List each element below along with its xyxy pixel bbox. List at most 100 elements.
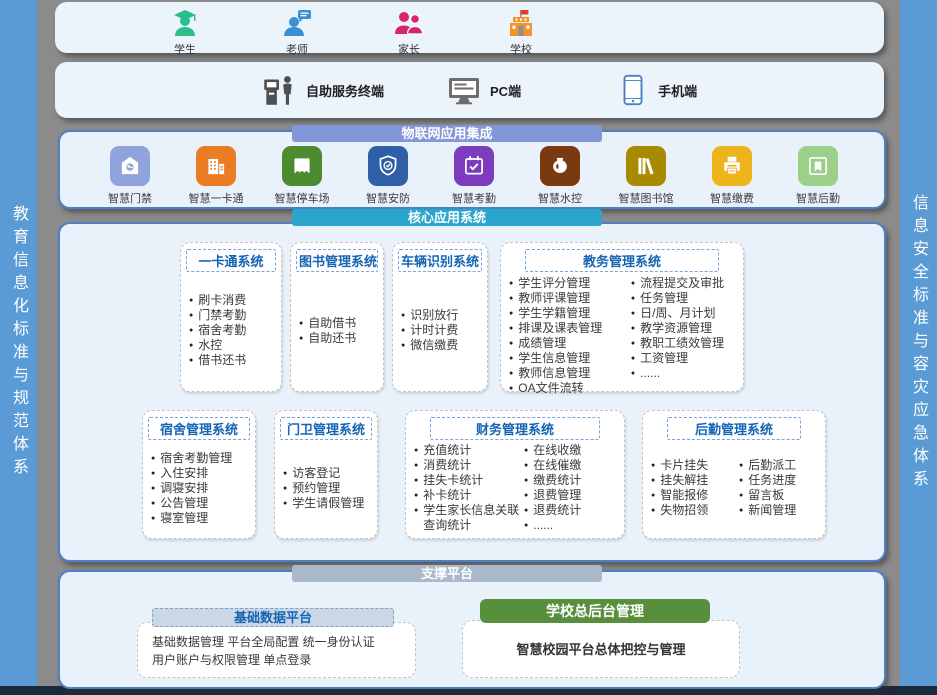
list-item-label: 调寝安排 [160,481,232,496]
user-label: 老师 [286,41,308,57]
list-item-label: 宿舍考勤 [198,323,246,338]
base-data-platform-box: 基础数据管理 平台全局配置 统一身份认证 用户账户与权限管理 单点登录 [137,622,416,678]
base-data-platform-badge: 基础数据平台 [152,608,394,627]
list-item: ●刷卡消费 [189,293,246,308]
user-label: 学校 [510,41,532,57]
list-item-label: OA文件流转 [518,381,629,396]
user-label: 学生 [174,41,196,57]
list-item: ●学生家长信息关联查询统计 [414,503,522,533]
iot-band-title: 物联网应用集成 [292,125,602,142]
list-item: ●挂失解挂 [651,473,737,488]
base-platform-line2: 用户账户与权限管理 单点登录 [152,651,415,669]
bullet-icon: ● [509,321,513,336]
list-item-label: 消费统计 [423,458,522,473]
bullet-icon: ● [414,488,418,503]
list-item: ●宿舍考勤管理 [151,451,232,466]
teacher-icon [281,8,313,40]
list-item: ● 宿舍考勤 [189,323,246,338]
list-item-label: 教师信息管理 [518,366,629,381]
list-item-label: 智能报修 [660,488,737,503]
water-control-icon [540,146,580,186]
bullet-icon: ● [509,381,513,396]
list-item: ●寝室管理 [151,511,232,526]
bullet-icon: ● [189,308,193,323]
bullet-icon: ● [189,323,193,338]
bullet-icon: ● [524,518,528,533]
bullet-icon: ● [151,511,155,526]
list-item-label: 刷卡消费 [198,293,246,308]
iot-label: 智慧一卡通 [189,190,244,206]
list-item-label: 充值统计 [423,443,522,458]
bullet-icon: ● [401,338,405,353]
payment-printer-icon [712,146,752,186]
list-item-label: 补卡统计 [423,488,522,503]
list-item: ●自助借书 [299,316,356,331]
list-item-label: 排课及课表管理 [518,321,629,336]
list-item: ●任务进度 [739,473,819,488]
panel-vehicle-recognition-system: 车辆识别系统 ●识别放行●计时计费●微信缴费 [392,242,488,392]
iot-label: 智慧图书馆 [619,190,674,206]
terminal-label: 手机端 [658,81,697,100]
list-item: ● 排课及课表管理 [509,321,629,336]
list-item-label: 公告管理 [160,496,232,511]
users-box: 学生 老师 [55,2,884,53]
iot-label: 智慧考勤 [452,190,496,206]
panel-title: 宿舍管理系统 [148,417,250,440]
list-item: ●新闻管理 [739,503,819,518]
core-systems-box: 核心应用系统 一卡通系统 ●刷卡消费●门禁考勤●宿舍考勤●水控●借书还书 图书管… [58,222,886,562]
panel-finance-system: 财务管理系统 ●充值统计●消费统计●挂失卡统计●补卡统计●学生家长信息关联查询统… [405,410,625,539]
smart-campus-architecture-diagram: 教育信息化标准与规范体系 信息安全标准与容灾应急体系 学生 [0,0,937,695]
bullet-icon: ● [631,276,635,291]
list-item-label: 借书还书 [198,353,246,368]
panel-academic-affairs-system: 教务管理系统 ●学生评分管理●教师评课管理●学生学籍管理●排课及课表管理●成绩管… [500,242,744,392]
bullet-icon: ● [739,473,743,488]
list-item: ●流程提交及审批 [631,276,741,291]
bullet-icon: ● [414,503,418,533]
terminal-item-kiosk: 自助服务终端 [260,71,384,109]
parking-icon [282,146,322,186]
panel-dormitory-system: 宿舍管理系统 ●宿舍考勤管理●入住安排●调寝安排●公告管理●寝室管理 [142,410,256,539]
list-item: ● 学生信息管理 [509,351,629,366]
list-item-label: 在线催缴 [533,458,618,473]
panel-title: 图书管理系统 [296,249,378,272]
bullet-icon: ● [739,488,743,503]
list-item: ●退费管理 [524,488,618,503]
list-item: ●水控 [189,338,246,353]
list-item-label: 教师评课管理 [518,291,629,306]
list-item: ●入住安排 [151,466,232,481]
bullet-icon: ● [524,503,528,518]
list-item: ●计时计费 [401,323,458,338]
bullet-icon: ● [401,308,405,323]
bullet-icon: ● [651,503,655,518]
list-item-label: 学生家长信息关联查询统计 [423,503,522,533]
user-item-school: 学校 [486,8,556,57]
list-item: ●教学资源管理 [631,321,741,336]
bullet-icon: ● [151,481,155,496]
list-item: ●访客登记 [283,466,364,481]
bullet-icon: ● [414,443,418,458]
bullet-icon: ● [283,466,287,481]
library-books-icon [626,146,666,186]
list-item-label: 卡片挂失 [660,458,737,473]
bullet-icon: ● [631,366,635,381]
bullet-icon: ● [151,466,155,481]
bullet-icon: ● [283,496,287,511]
kiosk-icon [260,71,298,109]
bullet-icon: ● [509,351,513,366]
list-item: ● 补卡统计 [414,488,522,503]
list-item-label: 成绩管理 [518,336,629,351]
list-item: ● 调寝安排 [151,481,232,496]
list-item-label: 学生信息管理 [518,351,629,366]
list-item: ●挂失卡统计 [414,473,522,488]
list-item-label: 日/周、月计划 [640,306,741,321]
access-control-icon [110,146,150,186]
iot-label: 智慧缴费 [710,190,754,206]
list-item-label: 门禁考勤 [198,308,246,323]
list-item-label: 任务管理 [640,291,741,306]
support-platform-box: 支撑平台 基础数据平台 基础数据管理 平台全局配置 统一身份认证 用户账户与权限… [58,570,886,689]
bullet-icon: ● [524,458,528,473]
bullet-icon: ● [524,488,528,503]
list-item: ●教师评课管理 [509,291,629,306]
bullet-icon: ● [651,473,655,488]
bullet-icon: ● [631,321,635,336]
